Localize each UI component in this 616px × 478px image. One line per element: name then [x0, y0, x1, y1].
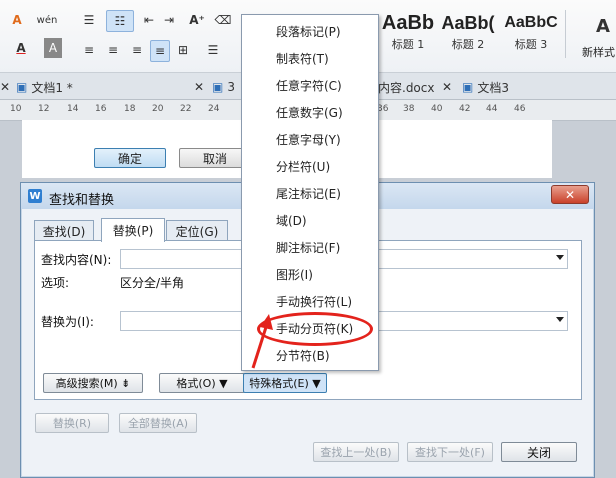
tab-goto[interactable]: 定位(G) [166, 220, 228, 241]
ruler-tick: 38 [403, 104, 415, 114]
ruler-tick: 18 [124, 104, 136, 114]
close-icon[interactable]: ✕ [551, 185, 589, 204]
tab-close-icon[interactable]: ✕ [194, 76, 204, 98]
document-icon: ▣ [462, 80, 474, 94]
style-name: 标题 1 [391, 38, 425, 51]
text-color-icon: A [16, 41, 26, 55]
tab-label: 3 [227, 80, 235, 94]
menu-item-tab-char[interactable]: 制表符(T) [276, 50, 329, 67]
char-shading-icon[interactable]: A [44, 38, 62, 58]
clear-format-icon[interactable]: ⌫ [214, 10, 232, 30]
ruler-tick: 40 [431, 104, 443, 114]
tab-document-docx[interactable]: 内容.docx [378, 76, 434, 98]
ruler-tick: 22 [180, 104, 192, 114]
special-format-button[interactable]: 特殊格式(E) ▼ [243, 373, 327, 393]
menu-item-paragraph-mark[interactable]: 段落标记(P) [276, 23, 341, 40]
menu-item-column-break[interactable]: 分栏符(U) [276, 158, 330, 175]
ruler-tick: 46 [514, 104, 526, 114]
menu-item-any-digit[interactable]: 任意数字(G) [276, 104, 343, 121]
document-icon: ▣ [212, 80, 224, 94]
phonetic-icon: wén [36, 14, 58, 26]
tab-document-1[interactable]: ▣ 文档1 * [16, 76, 73, 98]
ruler-tick: 16 [95, 104, 107, 114]
tab-label: 文档1 * [31, 80, 73, 95]
document-icon: ▣ [16, 80, 28, 94]
ruler-tick: 14 [67, 104, 79, 114]
ruler-tick: 10 [10, 104, 22, 114]
font-color-picker-icon[interactable]: A [6, 10, 28, 30]
line-spacing-icon[interactable]: ☰ [200, 40, 226, 60]
new-style-icon[interactable]: A [596, 16, 610, 37]
wps-app-icon: W [28, 189, 42, 203]
tab-label: 文档3 [477, 80, 509, 95]
options-label: 选项: [41, 276, 70, 290]
ruler-tick: 24 [208, 104, 220, 114]
menu-item-any-letter[interactable]: 任意字母(Y) [276, 131, 341, 148]
align-left-icon[interactable]: ≡ [80, 40, 98, 60]
style-preview: AaBb [381, 12, 435, 34]
tab-find[interactable]: 查找(D) [34, 220, 94, 241]
tab-close-icon[interactable]: ✕ [442, 76, 452, 98]
menu-item-field[interactable]: 域(D) [276, 212, 307, 229]
style-preview: AaBbC [504, 14, 558, 31]
style-heading-3[interactable]: AaBbC 标题 3 [500, 10, 562, 58]
menu-item-manual-line-break[interactable]: 手动换行符(L) [276, 293, 352, 310]
ruler-tick: 12 [38, 104, 50, 114]
ruler-tick: 42 [459, 104, 471, 114]
tab-document-3[interactable]: ▣ 文档3 [462, 76, 509, 98]
justify-icon[interactable]: ≡ [150, 40, 170, 62]
find-next-button[interactable]: 查找下一处(F) [407, 442, 493, 462]
menu-item-endnote-mark[interactable]: 尾注标记(E) [276, 185, 341, 202]
replace-all-button[interactable]: 全部替换(A) [119, 413, 197, 433]
phonetic-guide-button[interactable]: wén [34, 10, 60, 30]
background-ok-button[interactable]: 确定 [94, 148, 166, 168]
find-label: 查找内容(N): [41, 253, 112, 267]
advanced-search-button[interactable]: 高级搜索(M) ⇟ [43, 373, 143, 393]
style-name: 标题 3 [514, 38, 548, 51]
tab-label: 内容.docx [378, 80, 435, 95]
style-heading-1[interactable]: AaBb 标题 1 [380, 10, 436, 58]
decrease-indent-icon[interactable]: ⇤ [140, 10, 158, 30]
replace-label: 替换为(I): [41, 315, 94, 329]
distributed-align-icon[interactable]: ⊞ [174, 40, 192, 60]
bullet-list-button[interactable]: ☰ [76, 10, 102, 30]
numbered-list-button[interactable]: ☷ [106, 10, 134, 32]
close-button[interactable]: 关闭 [501, 442, 577, 462]
text-color-button[interactable]: A [4, 38, 38, 58]
align-center-icon[interactable]: ≡ [104, 40, 122, 60]
options-value: 区分全/半角 [120, 276, 185, 290]
menu-item-footnote-mark[interactable]: 脚注标记(F) [276, 239, 340, 256]
tab-replace[interactable]: 替换(P) [101, 218, 165, 242]
styles-scroll[interactable] [565, 10, 576, 58]
dialog-title: 查找和替换 [49, 193, 115, 208]
annotation-arrow-icon [251, 314, 273, 369]
style-heading-2[interactable]: AaBb( 标题 2 [438, 10, 498, 58]
tab-close-icon[interactable]: ✕ [0, 76, 10, 98]
chevron-down-icon[interactable] [556, 255, 564, 260]
align-right-icon[interactable]: ≡ [128, 40, 146, 60]
increase-indent-icon[interactable]: ⇥ [160, 10, 178, 30]
ruler-tick: 44 [486, 104, 498, 114]
style-preview: AaBb( [441, 13, 495, 33]
find-previous-button[interactable]: 查找上一处(B) [313, 442, 399, 462]
ruler-tick: 20 [152, 104, 164, 114]
menu-item-section-break[interactable]: 分节符(B) [276, 347, 330, 364]
change-case-icon[interactable]: A⁺ [186, 10, 208, 30]
new-style-label[interactable]: 新样式 [582, 44, 615, 60]
chevron-down-icon[interactable] [556, 317, 564, 322]
format-button[interactable]: 格式(O) ▼ [159, 373, 245, 393]
replace-button[interactable]: 替换(R) [35, 413, 109, 433]
menu-item-any-char[interactable]: 任意字符(C) [276, 77, 342, 94]
menu-item-graphic[interactable]: 图形(I) [276, 266, 313, 283]
tab-document-3-partial[interactable]: ▣ 3 [212, 76, 235, 98]
style-name: 标题 2 [451, 38, 485, 51]
